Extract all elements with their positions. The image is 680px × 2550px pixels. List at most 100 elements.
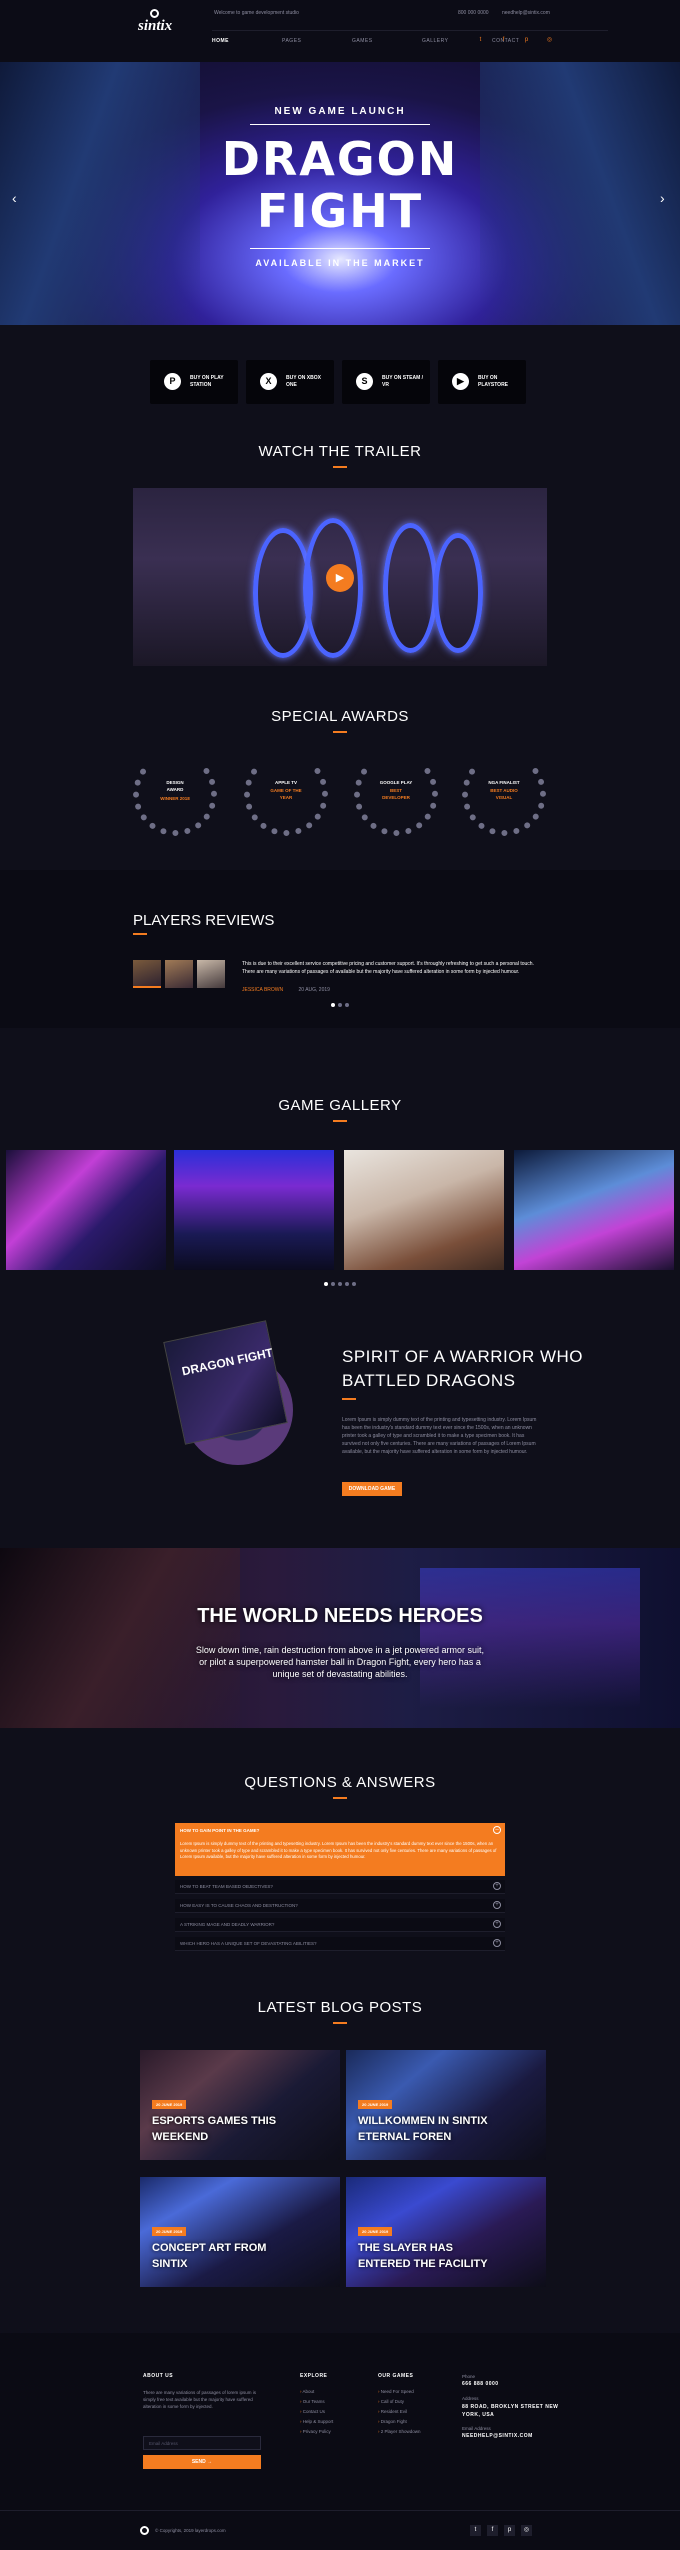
- heroes-text: Slow down time, rain destruction from ab…: [195, 1645, 485, 1679]
- gallery-pagination: [324, 1282, 356, 1286]
- pagination-dot[interactable]: [338, 1282, 342, 1286]
- instagram-icon[interactable]: ◎: [521, 2525, 532, 2536]
- game-cd-image: DRAGON FIGHT: [163, 1320, 323, 1475]
- pagination-dot[interactable]: [345, 1282, 349, 1286]
- blog-post[interactable]: 20 JUNE 2019 THE SLAYER HAS ENTERED THE …: [346, 2177, 546, 2287]
- footer-address-title: Address: [462, 2396, 479, 2401]
- header-phone[interactable]: 800 000 0000: [458, 10, 489, 16]
- faq-item[interactable]: HOW EASY IS TO CAUSE CHAOS AND DESTRUCTI…: [175, 1899, 505, 1913]
- reviewer-avatar[interactable]: [165, 960, 193, 988]
- instagram-icon[interactable]: ◎: [545, 36, 554, 45]
- footer-link[interactable]: Need For Speed: [378, 2387, 421, 2397]
- hero-rule-top: [250, 124, 430, 125]
- facebook-icon[interactable]: f: [487, 2525, 498, 2536]
- footer-link[interactable]: Help & Support: [300, 2417, 334, 2427]
- cd-case: [163, 1320, 288, 1445]
- footer-about-text: There are many variations of passages of…: [143, 2390, 257, 2409]
- reviews-title-bar: [133, 933, 147, 935]
- laurel-icon: [462, 752, 546, 836]
- footer-link[interactable]: Our Teams: [300, 2397, 333, 2407]
- footer-link[interactable]: Resident Evil: [378, 2407, 421, 2417]
- faq-item[interactable]: HOW TO BEAT TEAM BASED OBJECTIVES? +: [175, 1880, 505, 1894]
- faq-question: WHICH HERO HAS A UNIQUE SET OF DEVASTATI…: [180, 1941, 317, 1946]
- site-header: sintix Welcome to game development studi…: [0, 0, 680, 62]
- play-icon[interactable]: ▶: [326, 564, 354, 592]
- pagination-dot[interactable]: [352, 1282, 356, 1286]
- banner-screens-right: [420, 1568, 640, 1708]
- award-line: GAME OF THE: [270, 788, 302, 793]
- footer-link[interactable]: Dragon Fight: [378, 2417, 421, 2427]
- footer-link[interactable]: About: [300, 2387, 333, 2397]
- minus-icon[interactable]: –: [493, 1826, 501, 1834]
- faq-question: A STRIKING MAGE AND DEADLY WARRIOR?: [180, 1922, 275, 1927]
- playstore-icon: ▶: [452, 373, 469, 390]
- footer-logo-icon[interactable]: [140, 2526, 149, 2535]
- post-title-line2: ETERNAL FOREN: [358, 2131, 452, 2143]
- reviewer-avatar[interactable]: [133, 960, 161, 988]
- store-button-playstore[interactable]: ▶ BUY ON PLAYSTORE: [438, 360, 526, 404]
- footer-about-title: ABOUT US: [143, 2373, 174, 2379]
- send-label: SEND: [191, 2459, 206, 2465]
- arrow-right-icon: →: [207, 2459, 213, 2465]
- gallery-image[interactable]: [174, 1150, 334, 1270]
- nav-games[interactable]: GAMES: [352, 38, 422, 44]
- trailer-video[interactable]: ▶: [133, 488, 547, 666]
- store-button-steam[interactable]: S BUY ON STEAM / VR: [342, 360, 430, 404]
- reviewer-avatar[interactable]: [197, 960, 225, 988]
- pagination-dot[interactable]: [331, 1282, 335, 1286]
- footer-email-title: Email Address: [462, 2426, 491, 2431]
- pinterest-icon[interactable]: p: [522, 36, 531, 45]
- nav-home[interactable]: HOME: [212, 38, 282, 44]
- faq-question: HOW TO BEAT TEAM BASED OBJECTIVES?: [180, 1884, 273, 1889]
- footer-phone[interactable]: 666 888 0000: [462, 2381, 499, 2387]
- reviews-pagination: [331, 1003, 349, 1007]
- pagination-dot[interactable]: [345, 1003, 349, 1007]
- header-social: t f p ◎: [476, 36, 554, 45]
- award-design: DESIGN AWARD WINNER 2018: [133, 752, 217, 836]
- newsletter-send-button[interactable]: SEND →: [143, 2455, 261, 2469]
- header-email[interactable]: needhelp@sintix.com: [502, 10, 550, 16]
- nav-pages[interactable]: PAGES: [282, 38, 352, 44]
- footer-games-list: Need For Speed Call of Duty Resident Evi…: [378, 2387, 421, 2437]
- blog-post[interactable]: 20 JUNE 2019 CONCEPT ART FROM SINTIX: [140, 2177, 340, 2287]
- blog-post[interactable]: 20 JUNE 2019 WILLKOMMEN IN SINTIX ETERNA…: [346, 2050, 546, 2160]
- plus-icon[interactable]: +: [493, 1901, 501, 1909]
- faq-item[interactable]: A STRIKING MAGE AND DEADLY WARRIOR? +: [175, 1918, 505, 1932]
- download-game-button[interactable]: DOWNLOAD GAME: [342, 1482, 402, 1496]
- gallery-image[interactable]: [6, 1150, 166, 1270]
- twitter-icon[interactable]: t: [476, 36, 485, 45]
- gallery-image[interactable]: [344, 1150, 504, 1270]
- spirit-title-line2: BATTLED DRAGONS: [342, 1371, 516, 1390]
- plus-icon[interactable]: +: [493, 1882, 501, 1890]
- arcade-ring: [433, 533, 483, 653]
- pinterest-icon[interactable]: p: [504, 2525, 515, 2536]
- laurel-icon: [244, 752, 328, 836]
- hero-next-arrow-icon[interactable]: ›: [660, 190, 665, 206]
- store-button-playstation[interactable]: P BUY ON PLAY STATION: [150, 360, 238, 404]
- footer-link[interactable]: 2 Player Showdown: [378, 2427, 421, 2437]
- blog-post[interactable]: 20 JUNE 2019 ESPORTS GAMES THIS WEEKEND: [140, 2050, 340, 2160]
- post-title-line1: THE SLAYER HAS: [358, 2242, 453, 2254]
- faq-item-open[interactable]: HOW TO GAIN POINT IN THE GAME? – Lorem I…: [175, 1823, 505, 1876]
- store-button-xbox[interactable]: X BUY ON XBOX ONE: [246, 360, 334, 404]
- pagination-dot[interactable]: [331, 1003, 335, 1007]
- plus-icon[interactable]: +: [493, 1939, 501, 1947]
- newsletter-email-input[interactable]: Email Address: [143, 2436, 261, 2450]
- plus-icon[interactable]: +: [493, 1920, 501, 1928]
- facebook-icon[interactable]: f: [499, 36, 508, 45]
- brand-logo[interactable]: sintix: [138, 18, 172, 35]
- pagination-dot[interactable]: [338, 1003, 342, 1007]
- footer-link[interactable]: Contact Us: [300, 2407, 333, 2417]
- awards-title-bar: [333, 731, 347, 733]
- gallery-image[interactable]: [514, 1150, 674, 1270]
- gallery-title: GAME GALLERY: [278, 1097, 402, 1114]
- faq-item[interactable]: WHICH HERO HAS A UNIQUE SET OF DEVASTATI…: [175, 1937, 505, 1951]
- footer-link[interactable]: Privacy Policy: [300, 2427, 333, 2437]
- footer-email[interactable]: NEEDHELP@SINTIX.COM: [462, 2433, 533, 2439]
- welcome-text: Welcome to game development studio: [214, 10, 299, 16]
- footer-link[interactable]: Call of Duty: [378, 2397, 421, 2407]
- pagination-dot[interactable]: [324, 1282, 328, 1286]
- twitter-icon[interactable]: t: [470, 2525, 481, 2536]
- award-line: AWARD: [166, 787, 184, 792]
- hero-prev-arrow-icon[interactable]: ‹: [12, 190, 17, 206]
